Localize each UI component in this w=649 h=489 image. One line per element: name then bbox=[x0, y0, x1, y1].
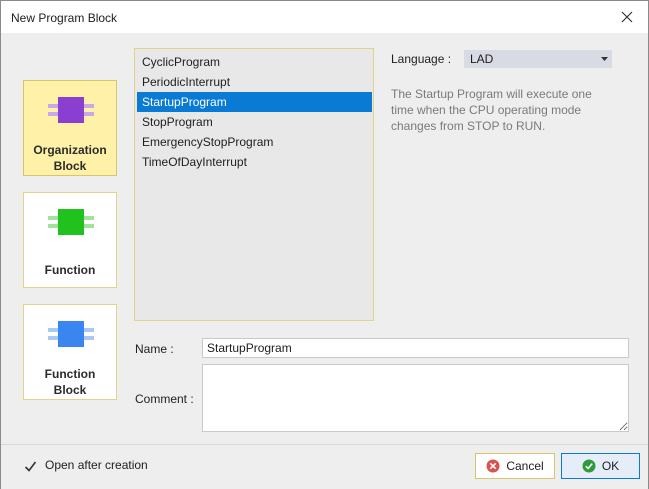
blue-block-icon bbox=[48, 321, 94, 347]
cancel-icon bbox=[486, 459, 500, 473]
language-value: LAD bbox=[470, 52, 494, 66]
comment-label: Comment : bbox=[135, 392, 194, 406]
title-bar: New Program Block bbox=[1, 1, 648, 33]
window-title: New Program Block bbox=[11, 11, 118, 25]
name-label: Name : bbox=[135, 342, 174, 356]
close-button[interactable] bbox=[614, 5, 640, 29]
program-list[interactable]: CyclicProgram PeriodicInterrupt StartupP… bbox=[134, 48, 374, 321]
list-item-selected[interactable]: StartupProgram bbox=[137, 92, 372, 112]
open-after-creation-checkbox[interactable] bbox=[23, 459, 37, 473]
tile-organization-block[interactable]: Organization Block bbox=[23, 80, 117, 176]
purple-block-icon bbox=[48, 97, 94, 123]
comment-input[interactable] bbox=[202, 364, 629, 432]
checkmark-icon bbox=[24, 461, 36, 472]
tile-label: Block bbox=[53, 383, 87, 397]
dropdown-arrow-icon bbox=[598, 50, 610, 68]
ok-check-icon bbox=[582, 459, 596, 473]
name-input[interactable] bbox=[202, 338, 629, 358]
list-item[interactable]: PeriodicInterrupt bbox=[137, 72, 372, 92]
ok-label: OK bbox=[601, 459, 620, 473]
ok-button[interactable]: OK bbox=[561, 453, 640, 479]
cancel-button[interactable]: Cancel bbox=[475, 453, 555, 479]
list-item[interactable]: TimeOfDayInterrupt bbox=[137, 152, 372, 172]
language-select[interactable]: LAD bbox=[464, 50, 612, 68]
list-item[interactable]: StopProgram bbox=[137, 112, 372, 132]
tile-function-block[interactable]: Function Block bbox=[23, 304, 117, 400]
list-item[interactable]: EmergencyStopProgram bbox=[137, 132, 372, 152]
tile-label: Organization bbox=[33, 143, 107, 157]
tile-label: Function bbox=[44, 367, 96, 381]
open-after-creation-label: Open after creation bbox=[45, 458, 148, 472]
green-block-icon bbox=[48, 209, 94, 235]
close-icon bbox=[621, 11, 633, 23]
tile-label: Block bbox=[53, 159, 87, 173]
tile-label: Function bbox=[44, 263, 96, 277]
new-program-block-dialog: New Program Block Organization Block Fun… bbox=[0, 0, 649, 489]
cancel-label: Cancel bbox=[506, 459, 544, 473]
tile-function[interactable]: Function bbox=[23, 192, 117, 288]
program-description: The Startup Program will execute one tim… bbox=[391, 87, 592, 133]
language-label: Language : bbox=[391, 52, 452, 66]
list-item[interactable]: CyclicProgram bbox=[137, 52, 372, 72]
